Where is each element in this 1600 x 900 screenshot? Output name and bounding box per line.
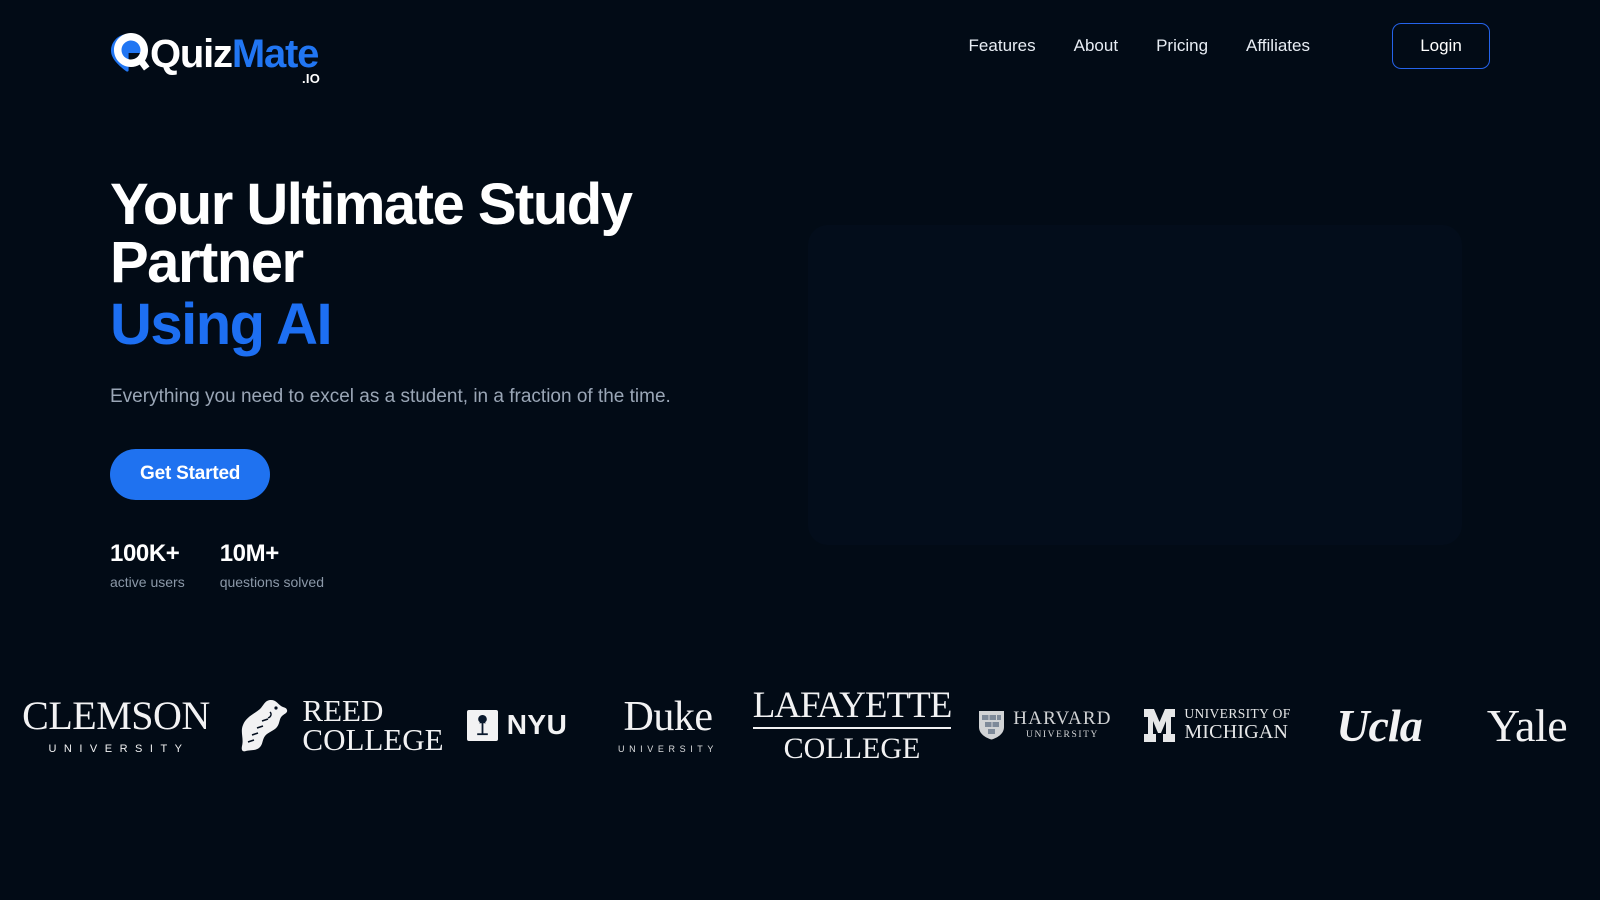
logo-yale: Yale <box>1486 699 1568 751</box>
hero-section: Your Ultimate Study Partner Using AI Ever… <box>0 92 1600 652</box>
michigan-block-m-icon <box>1144 708 1176 742</box>
logo-nyu: NYU <box>442 679 592 771</box>
logo-clemson-university: CLEMSON UNIVERSITY <box>0 679 232 771</box>
nyu-torch-box <box>466 709 498 741</box>
marquee-track: CLEMSON UNIVERSITY REED COLLEGE NYU Duke… <box>0 660 1600 790</box>
stat-label: active users <box>110 573 185 590</box>
stat-value: 100K+ <box>110 539 180 567</box>
stat-questions-solved: 10M+ questions solved <box>219 539 324 590</box>
logo-harvard-name: HARVARD <box>1013 708 1112 730</box>
logo-duke-university: Duke UNIVERSITY <box>592 679 744 771</box>
nav-link-pricing[interactable]: Pricing <box>1156 36 1208 56</box>
letter-q-glyph <box>114 33 150 71</box>
quizmate-q-pin-icon <box>110 30 152 74</box>
brand-name-part1: Quiz <box>150 32 233 76</box>
logo-lafayette-college: LAFAYETTE COLLEGE <box>744 679 960 771</box>
logo-mark-wrap <box>110 30 152 74</box>
logo-ucla: Ucla <box>1336 699 1422 751</box>
site-header: QuizMate .IO Features About Pricing Affi… <box>0 0 1600 92</box>
logo-nyu-name: NYU <box>506 709 568 740</box>
hero-subtitle: Everything you need to excel as a studen… <box>110 386 671 407</box>
nav-link-affiliates[interactable]: Affiliates <box>1246 36 1310 56</box>
logo-clemson-name: CLEMSON <box>22 692 210 738</box>
griffin-icon <box>242 700 288 752</box>
logo-reed-name-line2: COLLEGE <box>302 722 444 757</box>
hero-copy: Your Ultimate Study Partner Using AI Ever… <box>110 176 770 590</box>
logo-reed-name-line1: REED <box>302 692 384 728</box>
brand-name-part2: Mate <box>231 32 320 76</box>
logo-university-of-michigan: UNIVERSITY OF MICHIGAN <box>1130 679 1305 771</box>
torch-icon <box>476 715 488 736</box>
headline-line2: Partner <box>110 230 304 295</box>
stat-value: 10M+ <box>219 539 280 567</box>
login-button[interactable]: Login <box>1392 23 1490 69</box>
main-navigation: Features About Pricing Affiliates Login <box>969 23 1490 69</box>
headline-accent: Using AI <box>110 292 333 357</box>
logo-duke-name: Duke <box>623 694 713 740</box>
logo-michigan-name: MICHIGAN <box>1184 721 1289 744</box>
logo-reed-college: REED COLLEGE <box>232 679 444 771</box>
logo-harvard-sub: UNIVERSITY <box>1025 729 1099 740</box>
headline-line1: Your Ultimate Study <box>110 172 633 237</box>
logo-lafayette-name: LAFAYETTE <box>752 687 952 729</box>
logo-lafayette-sub: COLLEGE <box>783 731 921 765</box>
stat-label: questions solved <box>219 573 324 590</box>
logo-duke-sub: UNIVERSITY <box>617 744 718 754</box>
stat-active-users: 100K+ active users <box>110 539 185 590</box>
harvard-shield-icon <box>979 711 1005 740</box>
hero-stats: 100K+ active users 10M+ questions solved <box>110 539 770 590</box>
hero-media-panel <box>808 225 1462 545</box>
logo-michigan-words: UNIVERSITY OF MICHIGAN <box>1184 705 1291 744</box>
brand-tld: .IO <box>301 71 321 86</box>
brand-logo[interactable]: QuizMate .IO <box>110 18 320 86</box>
university-logo-marquee: CLEMSON UNIVERSITY REED COLLEGE NYU Duke… <box>0 660 1600 790</box>
nav-link-features[interactable]: Features <box>969 36 1036 56</box>
nav-link-about[interactable]: About <box>1074 36 1118 56</box>
brand-wordmark: QuizMate <box>150 32 320 76</box>
logo-harvard-university: HARVARD UNIVERSITY <box>960 679 1130 771</box>
get-started-button[interactable]: Get Started <box>110 448 271 500</box>
logo-clemson-sub: UNIVERSITY <box>48 742 190 755</box>
logo-harvard-words: HARVARD UNIVERSITY <box>1013 709 1111 741</box>
page-title: Your Ultimate Study Partner Using AI <box>110 176 770 354</box>
logo-reed-words: REED COLLEGE <box>302 692 444 757</box>
logo-michigan-sub: UNIVERSITY OF <box>1184 705 1291 721</box>
